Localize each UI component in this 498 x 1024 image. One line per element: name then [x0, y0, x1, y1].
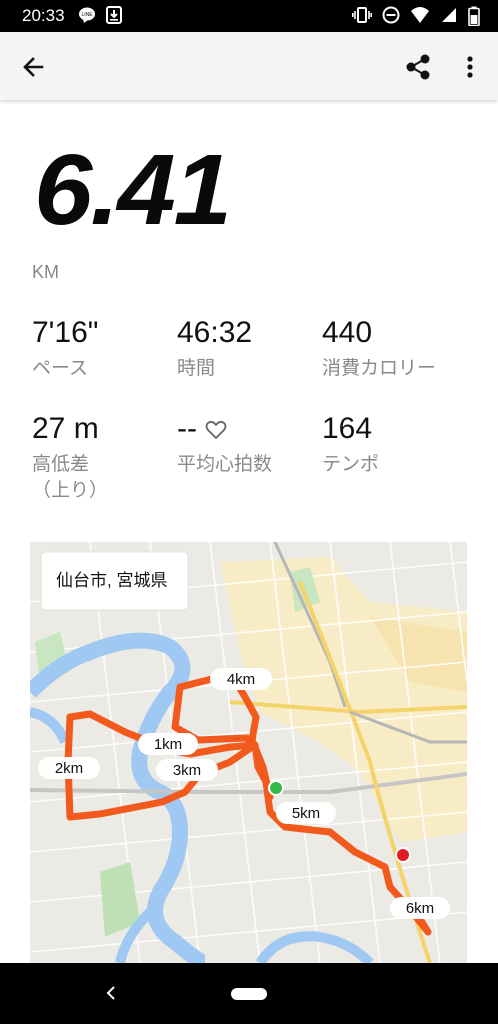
- nav-back-icon[interactable]: [102, 983, 120, 1003]
- stat-elevation: 27 m 高低差 （上り）: [32, 412, 108, 503]
- location-label: 仙台市, 宮城県: [56, 571, 167, 590]
- battery-icon: [468, 6, 480, 26]
- svg-text:LINE: LINE: [81, 12, 93, 18]
- stat-elevation-value: 27 m: [32, 412, 99, 445]
- stat-cadence-value: 164: [322, 412, 373, 445]
- app-bar: [0, 32, 498, 100]
- stat-calories-value: 440: [322, 316, 373, 349]
- stat-time: 46:32 時間: [177, 316, 252, 382]
- km-marker-4: 4km: [210, 668, 272, 690]
- km-marker-1: 1km: [138, 733, 198, 755]
- stat-cadence-label: テンポ: [322, 454, 380, 475]
- stat-heart-rate-label: 平均心拍数: [177, 454, 273, 475]
- stat-heart-rate-value: --: [177, 412, 197, 445]
- km-marker-1-label: 1km: [154, 736, 182, 753]
- stat-heart-rate: -- 平均心拍数: [177, 412, 272, 478]
- km-marker-6: 6km: [390, 897, 450, 919]
- stat-cadence: 164 テンポ: [322, 412, 379, 478]
- km-marker-3-label: 3km: [173, 762, 201, 779]
- signal-icon: [442, 8, 456, 22]
- end-marker: [395, 847, 411, 863]
- stat-time-label: 時間: [177, 358, 216, 379]
- status-bar: 20:33 LINE: [0, 0, 498, 32]
- km-marker-2: 2km: [38, 757, 100, 779]
- home-pill-icon[interactable]: [231, 988, 267, 1000]
- distance-value: 6.41: [34, 134, 232, 246]
- km-marker-2-label: 2km: [55, 760, 83, 777]
- map-canvas: 1km 2km 3km 4km 5km 6km 仙台市, 宮城県: [30, 542, 467, 963]
- vibrate-icon: [352, 7, 372, 23]
- download-icon: [106, 6, 122, 24]
- line-icon: LINE: [79, 7, 95, 23]
- stat-pace-value: 7'16": [32, 316, 99, 349]
- stat-calories: 440 消費カロリー: [322, 316, 436, 382]
- stat-calories-label: 消費カロリー: [322, 358, 437, 379]
- location-card: 仙台市, 宮城県: [40, 551, 189, 611]
- start-marker: [268, 780, 284, 796]
- route-map[interactable]: 1km 2km 3km 4km 5km 6km 仙台市, 宮城県: [30, 542, 467, 963]
- stat-pace-label: ペース: [32, 358, 89, 379]
- km-marker-5-label: 5km: [292, 805, 320, 822]
- arrow-back-icon[interactable]: [18, 52, 50, 82]
- stat-elevation-label: 高低差: [32, 454, 90, 475]
- stat-elevation-sublabel: （上り）: [32, 479, 109, 501]
- more-vert-icon[interactable]: [460, 52, 480, 82]
- wifi-icon: [411, 7, 429, 23]
- system-nav-bar: [0, 963, 498, 1024]
- heart-icon: [205, 421, 227, 440]
- distance-unit: KM: [32, 262, 59, 282]
- stat-pace: 7'16" ペース: [32, 316, 98, 382]
- share-icon[interactable]: [402, 52, 434, 82]
- status-time: 20:33: [22, 6, 65, 25]
- km-marker-3: 3km: [156, 759, 218, 781]
- stat-time-value: 46:32: [177, 316, 253, 349]
- do-not-disturb-icon: [382, 6, 400, 24]
- km-marker-6-label: 6km: [406, 900, 434, 917]
- km-marker-4-label: 4km: [227, 671, 255, 688]
- km-marker-5: 5km: [276, 802, 336, 824]
